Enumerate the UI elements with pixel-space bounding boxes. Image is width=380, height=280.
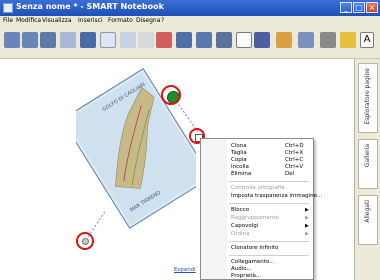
expand-link[interactable]: Espandi: [174, 267, 196, 273]
menu-collegamento[interactable]: Collegamento...: [231, 259, 274, 265]
menu-copia[interactable]: Copia: [231, 157, 247, 163]
tab-galleria[interactable]: Galleria: [358, 139, 378, 189]
shortcut-copia: Ctrl+C: [285, 157, 304, 163]
menu-clonatore-infinito[interactable]: Clonatore infinito: [231, 245, 278, 251]
menu-taglia[interactable]: Taglia: [231, 150, 247, 156]
tab-allegati[interactable]: Allegati: [358, 195, 378, 245]
submenu-arrow-icon: ▶: [305, 231, 309, 237]
shortcut-incolla: Ctrl+V: [285, 164, 304, 170]
menu-incolla[interactable]: Incolla: [231, 164, 249, 170]
menu-audio[interactable]: Audio...: [231, 266, 252, 272]
context-menu-gutter: [201, 139, 227, 279]
menu-separator: [229, 181, 309, 182]
menu-separator: [229, 255, 309, 256]
shortcut-taglia: Ctrl+X: [285, 150, 304, 156]
resize-highlight-ring: [76, 232, 94, 250]
shortcut-clona: Ctrl+D: [285, 143, 304, 149]
menu-raggruppamento: Raggruppamento: [231, 215, 279, 221]
menu-ordina: Ordina: [231, 231, 250, 237]
rotate-highlight-ring: [161, 85, 181, 105]
context-menu: Clona Ctrl+D Taglia Ctrl+X Copia Ctrl+C …: [200, 138, 322, 280]
menu-proprieta[interactable]: Proprietà...: [231, 273, 261, 279]
submenu-arrow-icon: ▶: [305, 207, 309, 213]
menu-controlla-ortografia: Controlla ortografia: [231, 185, 285, 191]
menu-clona[interactable]: Clona: [231, 143, 247, 149]
submenu-arrow-icon: ▶: [305, 215, 309, 221]
tab-esploratore-pagine[interactable]: Esploratore pagine: [358, 63, 378, 133]
menu-capovolgi[interactable]: Capovolgi: [231, 223, 258, 229]
submenu-arrow-icon: ▶: [305, 223, 309, 229]
shortcut-elimina: Del: [285, 171, 295, 177]
menu-separator: [229, 203, 309, 204]
menu-separator: [229, 241, 309, 242]
menu-elimina[interactable]: Elimina: [231, 171, 251, 177]
menu-blocco[interactable]: Blocco: [231, 207, 249, 213]
side-tabs-panel: Esploratore pagine Galleria Allegati: [354, 59, 380, 280]
menu-imposta-trasparenza[interactable]: Imposta trasparenza immagine...: [231, 193, 322, 199]
